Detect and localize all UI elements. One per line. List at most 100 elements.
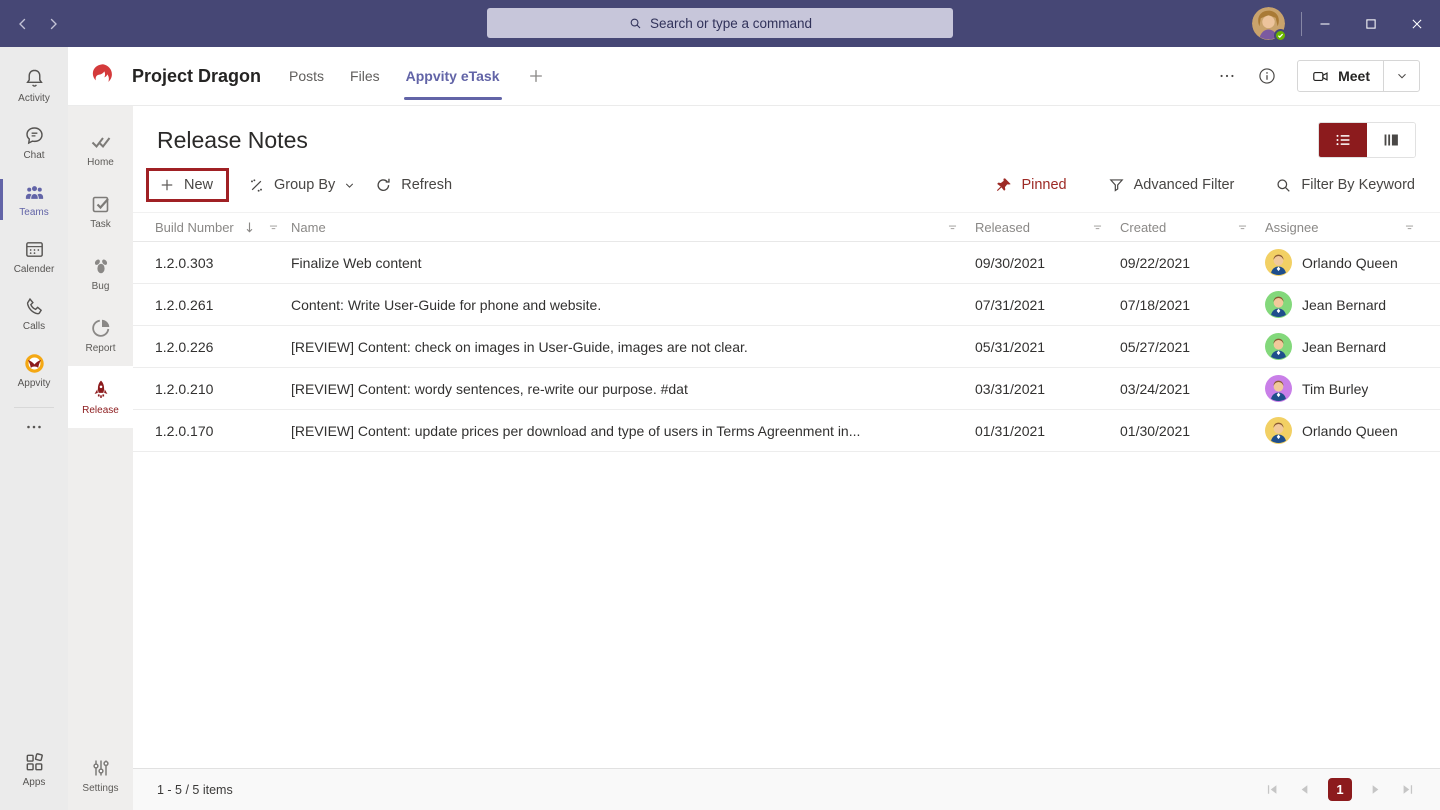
module-item-label: Bug	[92, 281, 110, 292]
module-item-report[interactable]: Report	[68, 304, 133, 366]
module-item-bug[interactable]: Bug	[68, 242, 133, 304]
pinned-filter-button[interactable]: Pinned	[994, 176, 1066, 195]
tab-appvity-etask[interactable]: Appvity eTask	[406, 47, 500, 105]
cell-created: 01/30/2021	[1120, 423, 1265, 439]
cell-released: 09/30/2021	[975, 255, 1120, 271]
advanced-filter-button[interactable]: Advanced Filter	[1107, 176, 1235, 195]
cell-build-number: 1.2.0.226	[155, 339, 291, 355]
maximize-icon	[1362, 15, 1380, 33]
filter-by-keyword-button[interactable]: Filter By Keyword	[1274, 176, 1415, 195]
refresh-button[interactable]: Refresh	[374, 176, 452, 195]
tab-files[interactable]: Files	[350, 47, 380, 105]
tab-label: Appvity eTask	[406, 68, 500, 84]
sidebar-item-label: Apps	[23, 777, 46, 788]
column-header-name[interactable]: Name	[291, 219, 975, 236]
sidebar-item-teams[interactable]: Teams	[0, 171, 68, 228]
appvity-logo-icon	[23, 352, 46, 375]
sidebar-item-chat[interactable]: Chat	[0, 114, 68, 171]
forward-icon[interactable]	[44, 15, 62, 33]
current-page-button[interactable]: 1	[1328, 778, 1352, 801]
assignee-avatar	[1265, 375, 1292, 402]
pinned-label: Pinned	[1021, 177, 1066, 193]
maximize-button[interactable]	[1348, 0, 1394, 47]
meet-button[interactable]: Meet	[1298, 61, 1383, 91]
info-icon[interactable]	[1257, 66, 1277, 86]
table-row[interactable]: 1.2.0.303 Finalize Web content 09/30/202…	[133, 242, 1440, 284]
table-row[interactable]: 1.2.0.261 Content: Write User-Guide for …	[133, 284, 1440, 326]
search-input[interactable]: Search or type a command	[487, 8, 953, 38]
user-avatar[interactable]	[1252, 7, 1285, 40]
last-page-icon[interactable]	[1399, 781, 1416, 798]
column-header-assignee[interactable]: Assignee	[1265, 219, 1420, 236]
pin-icon	[994, 176, 1013, 195]
group-by-label: Group By	[274, 177, 335, 193]
cell-assignee: Jean Bernard	[1265, 333, 1420, 360]
sidebar-item-activity[interactable]: Activity	[0, 57, 68, 114]
assignee-avatar	[1265, 249, 1292, 276]
sidebar-item-label: Appvity	[18, 378, 51, 389]
back-icon[interactable]	[14, 15, 32, 33]
teams-icon	[23, 181, 46, 204]
module-item-label: Release	[82, 405, 119, 416]
minimize-button[interactable]	[1302, 0, 1348, 47]
table-row[interactable]: 1.2.0.170 [REVIEW] Content: update price…	[133, 410, 1440, 452]
more-apps-button[interactable]	[0, 410, 68, 444]
teams-app-window: Search or type a command	[0, 0, 1440, 810]
filter-icon[interactable]	[1401, 219, 1418, 236]
table-row[interactable]: 1.2.0.210 [REVIEW] Content: wordy senten…	[133, 368, 1440, 410]
column-header-released[interactable]: Released	[975, 219, 1120, 236]
team-logo-dragon-icon	[88, 61, 118, 91]
meet-dropdown-button[interactable]	[1383, 61, 1419, 91]
next-page-icon[interactable]	[1367, 781, 1384, 798]
previous-page-icon[interactable]	[1296, 781, 1313, 798]
module-item-home[interactable]: Home	[68, 118, 133, 180]
module-item-task[interactable]: Task	[68, 180, 133, 242]
cell-name: [REVIEW] Content: check on images in Use…	[291, 339, 975, 355]
table-row[interactable]: 1.2.0.226 [REVIEW] Content: check on ima…	[133, 326, 1440, 368]
cell-name: Content: Write User-Guide for phone and …	[291, 297, 975, 313]
calendar-icon	[23, 238, 46, 261]
meet-label: Meet	[1338, 68, 1370, 84]
table-footer: 1 - 5 / 5 items 1	[133, 768, 1440, 810]
board-view-button[interactable]	[1367, 123, 1415, 157]
release-notes-page: Release Notes	[133, 106, 1440, 810]
add-tab-icon[interactable]	[526, 66, 546, 86]
filter-icon[interactable]	[1089, 219, 1106, 236]
filter-icon[interactable]	[1234, 219, 1251, 236]
filter-icon[interactable]	[944, 219, 961, 236]
module-item-release[interactable]: Release	[68, 366, 133, 428]
chat-icon	[23, 124, 46, 147]
cell-released: 03/31/2021	[975, 381, 1120, 397]
column-header-created[interactable]: Created	[1120, 219, 1265, 236]
cell-name: [REVIEW] Content: update prices per down…	[291, 423, 975, 439]
titlebar-right	[1252, 0, 1440, 47]
cell-build-number: 1.2.0.261	[155, 297, 291, 313]
first-page-icon[interactable]	[1264, 781, 1281, 798]
filter-icon[interactable]	[265, 219, 282, 236]
sidebar-item-apps[interactable]: Apps	[0, 741, 68, 798]
more-options-icon[interactable]	[1217, 66, 1237, 86]
refresh-label: Refresh	[401, 177, 452, 193]
new-button[interactable]: New	[146, 168, 229, 202]
rail-divider	[14, 407, 54, 408]
module-item-label: Home	[87, 157, 114, 168]
meet-button-group: Meet	[1297, 60, 1420, 92]
sidebar-item-appvity[interactable]: Appvity	[0, 342, 68, 399]
pagination: 1	[1264, 778, 1416, 801]
list-view-button[interactable]	[1319, 123, 1367, 157]
sidebar-item-calender[interactable]: Calender	[0, 228, 68, 285]
column-label: Assignee	[1265, 220, 1318, 235]
column-header-build-number[interactable]: Build Number	[155, 219, 291, 236]
sidebar-item-calls[interactable]: Calls	[0, 285, 68, 342]
presence-available-icon	[1274, 29, 1287, 42]
tab-posts[interactable]: Posts	[289, 47, 324, 105]
group-by-button[interactable]: Group By	[247, 176, 356, 195]
bell-icon	[23, 67, 46, 90]
chevron-down-icon	[343, 179, 356, 192]
assignee-avatar	[1265, 417, 1292, 444]
assignee-name: Jean Bernard	[1302, 297, 1386, 313]
module-item-settings[interactable]: Settings	[68, 744, 133, 806]
column-label: Name	[291, 220, 326, 235]
close-button[interactable]	[1394, 0, 1440, 47]
filter-keyword-label: Filter By Keyword	[1301, 177, 1415, 193]
